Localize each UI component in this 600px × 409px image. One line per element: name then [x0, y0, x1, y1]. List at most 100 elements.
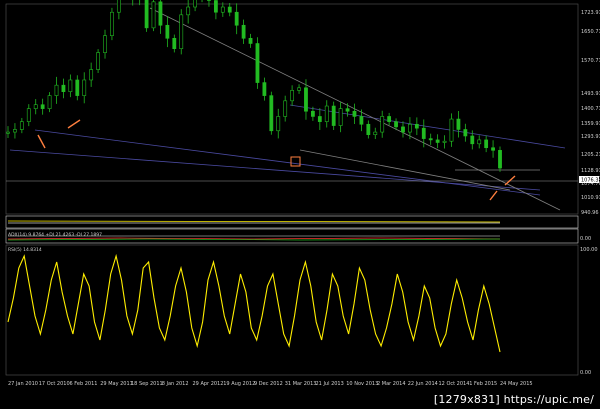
time-axis-tick: 9 Dec 2012	[254, 381, 283, 387]
candle	[110, 11, 114, 36]
candle	[366, 123, 371, 135]
candle	[40, 104, 45, 109]
candle	[317, 116, 322, 122]
candle	[269, 95, 274, 132]
candle	[477, 139, 482, 145]
candle	[255, 43, 260, 83]
candle	[435, 139, 440, 143]
candle	[408, 123, 412, 133]
price-axis-tick: 940.96	[581, 210, 599, 216]
main-panel-frame	[5, 3, 579, 215]
candle	[61, 84, 66, 92]
time-axis: 27 Jan 2010 17 Oct 2010 6 Feb 2011 29 May 2…	[8, 381, 533, 387]
candle	[47, 95, 52, 109]
candle	[414, 123, 419, 129]
candle	[82, 79, 87, 96]
price-axis-tick: 1205.21	[581, 152, 600, 158]
arrow-annotation[interactable]	[504, 175, 516, 186]
candle	[283, 100, 288, 117]
candle	[394, 121, 398, 128]
time-axis-tick: 29 May 2011	[100, 381, 133, 387]
candle	[151, 1, 156, 29]
candle	[401, 126, 405, 133]
candle	[6, 131, 10, 134]
chart-canvas[interactable]: 1723.91 1650.71 1570.71 1493.91 1400.71 1359.…	[0, 0, 600, 409]
adx-label: ADX(14) 9.8764 +DI 21.4263 -DI 27.1897	[8, 232, 102, 238]
price-axis-tick: 1723.91	[581, 10, 600, 16]
time-axis-tick: 19 Aug 2012	[223, 381, 255, 387]
arrow-annotation[interactable]	[489, 190, 498, 201]
candle	[96, 52, 100, 70]
time-axis-tick: 12 Oct 2014	[439, 381, 470, 387]
candle	[26, 108, 31, 122]
arrow-annotation[interactable]	[67, 119, 81, 129]
candle	[103, 35, 107, 53]
watermark: [1279x831] https://upic.me/	[433, 393, 594, 406]
candle	[491, 147, 495, 151]
candle	[311, 110, 315, 117]
candle	[359, 116, 364, 125]
candle	[241, 24, 246, 39]
candle	[234, 11, 239, 26]
time-axis-tick: 17 Oct 2010	[39, 381, 70, 387]
price-axis-tick: 1128.91	[581, 168, 600, 174]
candle	[331, 105, 336, 126]
adx-axis-tick: 0.00	[580, 236, 591, 242]
candle	[227, 6, 232, 13]
time-axis-tick: 27 Jan 2010	[8, 381, 38, 387]
time-axis-tick: 2 Mar 2014	[377, 381, 406, 387]
candle	[463, 129, 468, 137]
channel-line-1[interactable]	[149, 7, 561, 211]
candle	[207, 0, 211, 1]
price-axis-tick: 1010.91	[581, 195, 600, 201]
time-axis-tick: 29 Apr 2012	[193, 381, 224, 387]
candle	[324, 105, 329, 122]
price-axis-tick: 1400.71	[581, 106, 600, 112]
candle	[449, 118, 454, 142]
candle	[33, 104, 38, 109]
candle	[179, 14, 184, 50]
rsi-axis-top: 100.00	[580, 247, 598, 253]
indicator-line	[7, 220, 501, 223]
candle	[158, 1, 163, 26]
candle	[172, 37, 177, 50]
candle	[19, 121, 24, 130]
rsi-axis-bottom: 0.00	[580, 370, 591, 376]
candle	[220, 6, 225, 13]
price-chart-panel[interactable]	[6, 0, 578, 211]
candle	[68, 79, 73, 92]
time-axis-tick: 8 Jan 2012	[162, 381, 189, 387]
price-axis-tick: 1359.91	[581, 121, 600, 127]
current-price-label: 1076.31	[581, 178, 600, 184]
candle	[54, 84, 59, 96]
candle	[304, 87, 308, 112]
candle	[262, 82, 267, 96]
candle	[498, 150, 502, 169]
time-axis-tick: 22 Jun 2014	[408, 381, 438, 387]
candle	[186, 6, 191, 16]
arrow-annotation[interactable]	[37, 134, 46, 149]
candle	[193, 0, 197, 8]
rsi-panel-frame	[5, 244, 579, 376]
candle	[387, 116, 392, 122]
rsi-line[interactable]	[7, 253, 501, 353]
time-axis-tick: 10 Nov 2013	[346, 381, 378, 387]
candle	[484, 139, 489, 149]
candle	[165, 24, 170, 39]
candle	[13, 129, 17, 133]
time-axis-tick: 6 Feb 2011	[70, 381, 98, 387]
candle	[276, 116, 281, 132]
candle	[213, 0, 218, 13]
candle	[248, 37, 253, 44]
price-axis-tick: 1293.91	[581, 134, 600, 140]
highlight-box[interactable]	[290, 156, 301, 167]
rsi-panel[interactable]	[7, 253, 501, 353]
time-axis-tick: 18 Sep 2011	[131, 381, 163, 387]
upper-trendline[interactable]	[289, 104, 566, 149]
candle	[290, 90, 295, 102]
candle	[75, 79, 80, 96]
candle	[442, 140, 447, 143]
candle	[338, 108, 343, 126]
candle	[380, 116, 385, 133]
candle	[428, 138, 433, 141]
